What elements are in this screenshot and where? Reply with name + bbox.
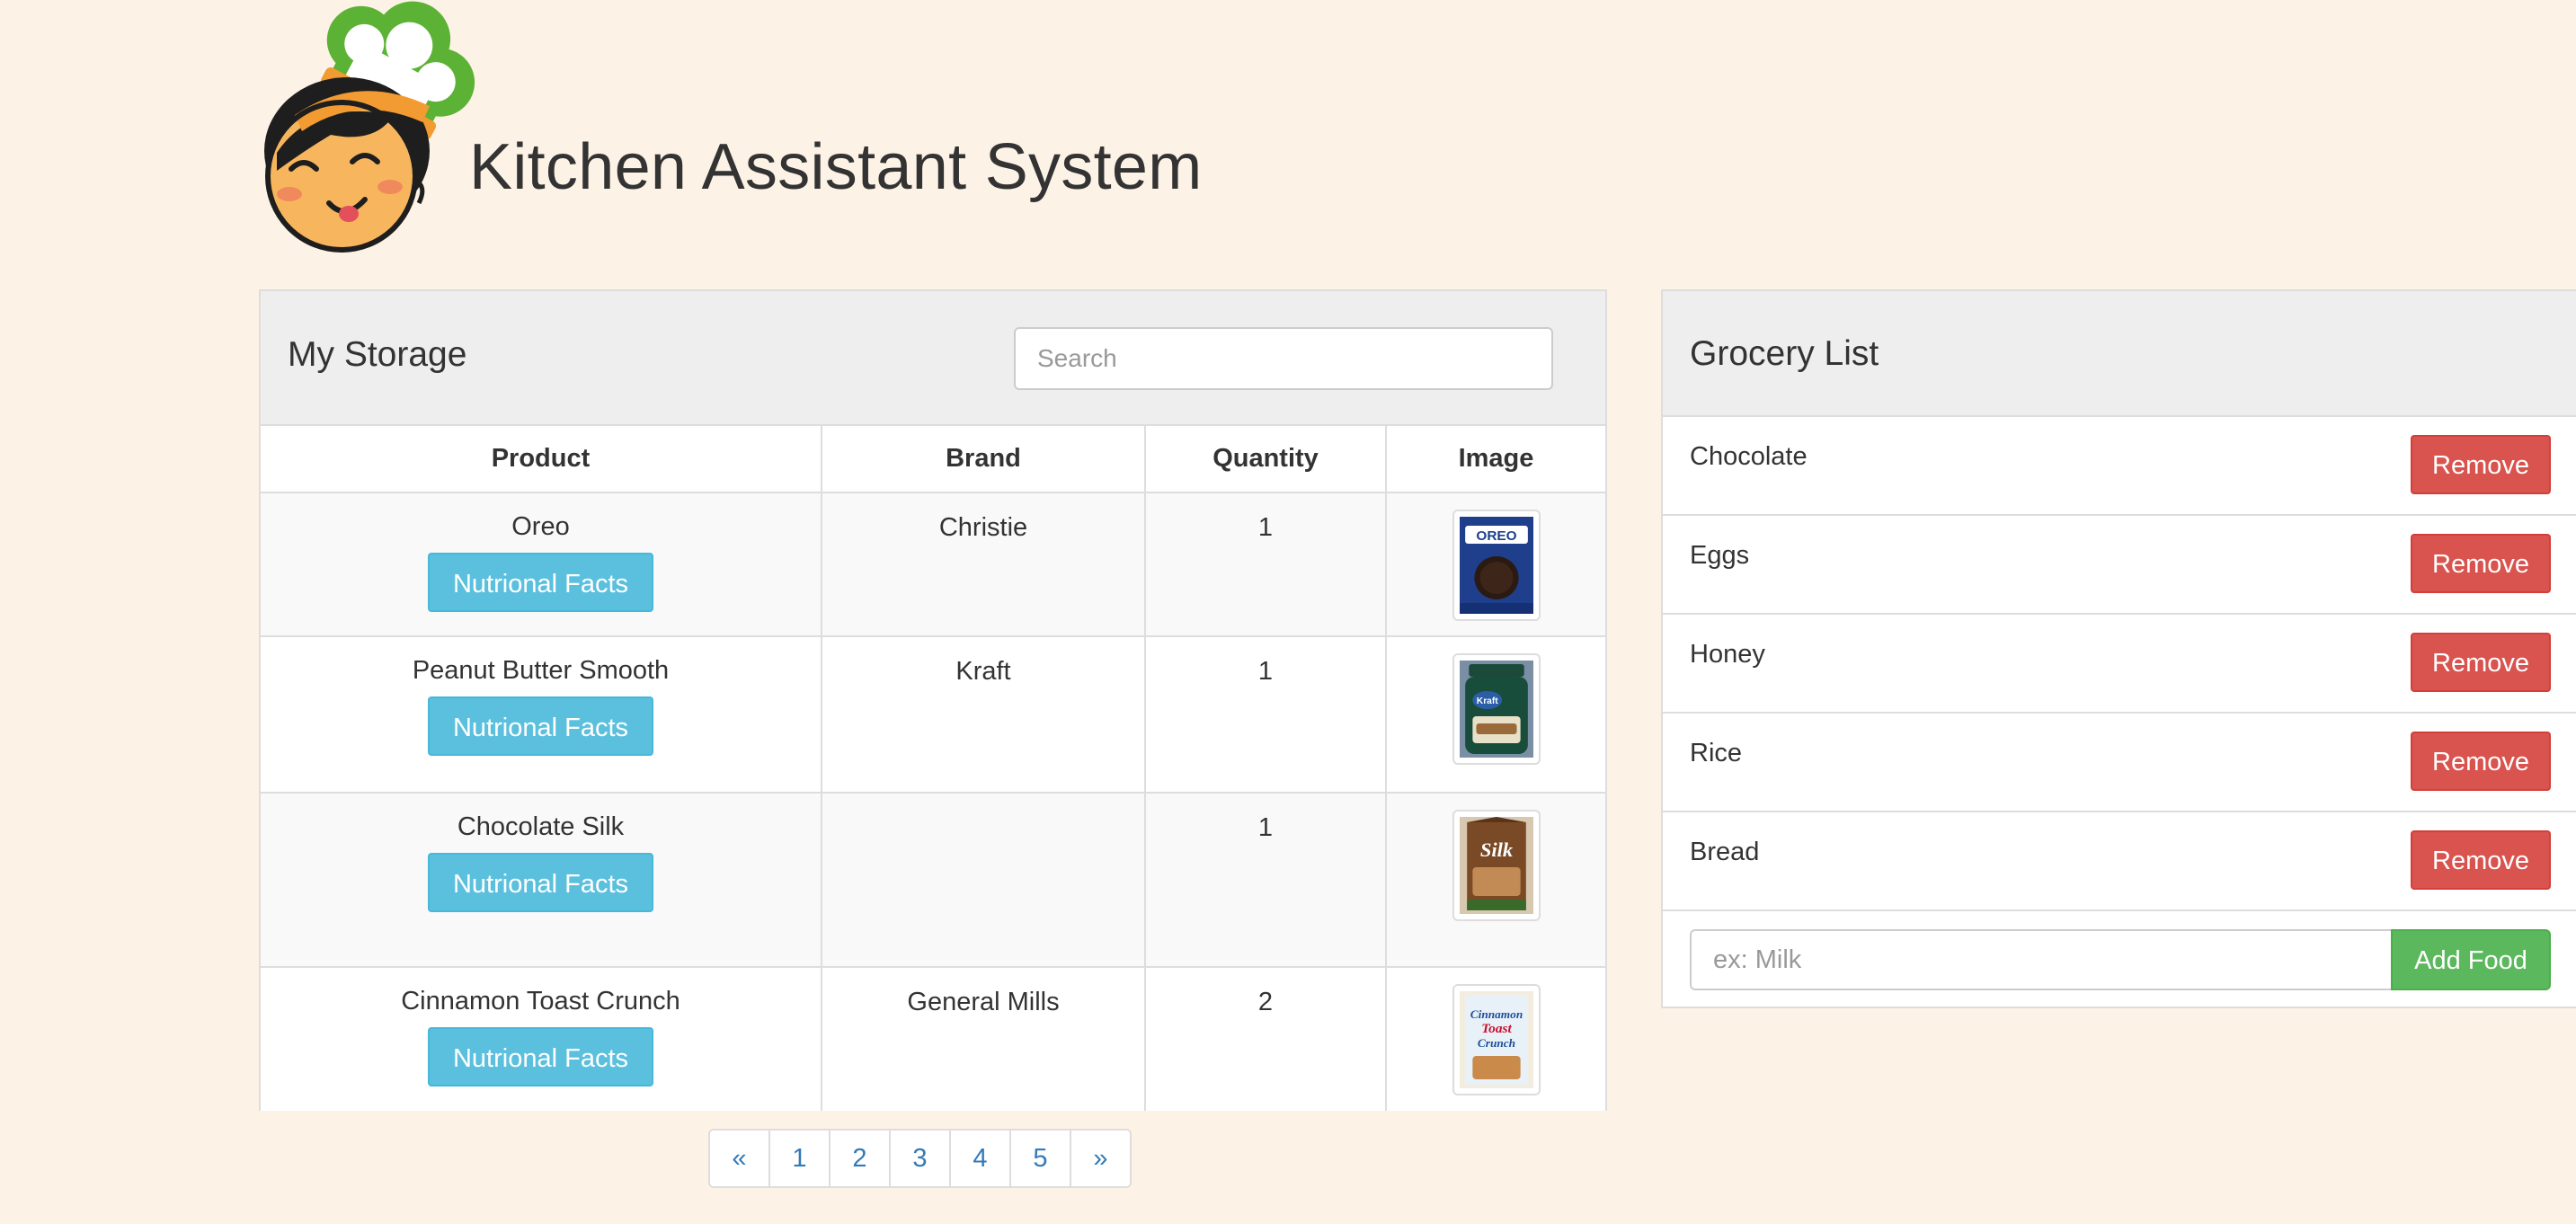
cereal-box-icon[interactable]: Cinnamon Toast Crunch <box>1452 984 1541 1095</box>
column-header-product: Product <box>261 426 822 493</box>
product-cell: Cinnamon Toast Crunch Nutrional Facts <box>261 966 822 1111</box>
table-row: Cinnamon Toast Crunch Nutrional Facts Ge… <box>261 966 1605 1111</box>
add-food-button[interactable]: Add Food <box>2391 929 2551 990</box>
pagination-prev[interactable]: « <box>710 1131 768 1186</box>
quantity-cell: 1 <box>1144 492 1387 637</box>
brand-cell <box>821 792 1146 968</box>
oreo-package-icon[interactable]: OREO <box>1452 510 1541 621</box>
nutritional-facts-button[interactable]: Nutrional Facts <box>427 552 653 612</box>
table-row: Chocolate Silk Nutrional Facts 1 Silk <box>261 792 1605 968</box>
grocery-item-name: Chocolate <box>1690 442 1808 471</box>
product-name: Peanut Butter Smooth <box>412 656 670 685</box>
storage-table: Product Brand Quantity Image Oreo Nutrio… <box>261 426 1605 1111</box>
storage-title: My Storage <box>288 335 467 374</box>
product-name: Chocolate Silk <box>457 812 625 841</box>
column-header-quantity: Quantity <box>1144 426 1387 493</box>
svg-text:Crunch: Crunch <box>1477 1036 1515 1050</box>
svg-text:Toast: Toast <box>1481 1021 1512 1036</box>
grocery-item-name: Bread <box>1690 838 1760 866</box>
storage-panel: My Storage Product Brand Quantity Image … <box>259 289 1607 1111</box>
chef-mascot-icon <box>259 0 494 255</box>
product-cell: Chocolate Silk Nutrional Facts <box>261 792 822 968</box>
remove-button[interactable]: Remove <box>2411 435 2551 494</box>
grocery-panel: Grocery List Chocolate Remove Eggs Remov… <box>1661 289 2576 1008</box>
product-name: Oreo <box>511 512 570 541</box>
page-title: Kitchen Assistant System <box>469 131 1203 203</box>
quantity-cell: 1 <box>1144 635 1387 794</box>
image-cell: Kraft <box>1385 635 1605 794</box>
list-item: Bread Remove <box>1663 812 2576 911</box>
image-cell: OREO <box>1385 492 1605 637</box>
pagination-page-4[interactable]: 4 <box>949 1131 1009 1186</box>
table-header-row: Product Brand Quantity Image <box>261 426 1605 493</box>
product-cell: Oreo Nutrional Facts <box>261 492 822 637</box>
nutritional-facts-button[interactable]: Nutrional Facts <box>427 1026 653 1087</box>
svg-text:Cinnamon: Cinnamon <box>1470 1007 1522 1021</box>
quantity-cell: 1 <box>1144 792 1387 968</box>
column-header-brand: Brand <box>821 426 1146 493</box>
svg-text:Kraft: Kraft <box>1476 696 1498 706</box>
silk-carton-icon[interactable]: Silk <box>1452 810 1541 921</box>
header: Kitchen Assistant System <box>259 0 1337 261</box>
pagination-next[interactable]: » <box>1070 1131 1130 1186</box>
table-row: Peanut Butter Smooth Nutrional Facts Kra… <box>261 635 1605 794</box>
product-cell: Peanut Butter Smooth Nutrional Facts <box>261 635 822 794</box>
remove-button[interactable]: Remove <box>2411 732 2551 791</box>
table-row: Oreo Nutrional Facts Christie 1 OREO <box>261 492 1605 637</box>
list-item: Honey Remove <box>1663 615 2576 714</box>
svg-text:OREO: OREO <box>1476 528 1516 544</box>
grocery-item-name: Rice <box>1690 739 1743 767</box>
grocery-item-name: Honey <box>1690 640 1765 669</box>
search-input[interactable] <box>1014 327 1553 390</box>
brand-cell: Christie <box>821 492 1146 637</box>
pagination-page-3[interactable]: 3 <box>889 1131 949 1186</box>
remove-button[interactable]: Remove <box>2411 534 2551 593</box>
grocery-panel-heading: Grocery List <box>1663 291 2576 417</box>
peanut-butter-jar-icon[interactable]: Kraft <box>1452 653 1541 765</box>
list-item: Eggs Remove <box>1663 516 2576 615</box>
brand-cell: Kraft <box>821 635 1146 794</box>
image-cell: Silk <box>1385 792 1605 968</box>
list-item: Rice Remove <box>1663 714 2576 812</box>
pagination-page-5[interactable]: 5 <box>1009 1131 1070 1186</box>
pagination-page-2[interactable]: 2 <box>829 1131 889 1186</box>
pagination: « 1 2 3 4 5 » <box>708 1129 1132 1188</box>
quantity-cell: 2 <box>1144 966 1387 1111</box>
add-food-row: Add Food <box>1663 911 2576 1010</box>
grocery-item-name: Eggs <box>1690 541 1750 570</box>
nutritional-facts-button[interactable]: Nutrional Facts <box>427 696 653 756</box>
image-cell: Cinnamon Toast Crunch <box>1385 966 1605 1111</box>
list-item: Chocolate Remove <box>1663 417 2576 516</box>
grocery-title: Grocery List <box>1690 334 1879 373</box>
storage-panel-heading: My Storage <box>261 291 1605 426</box>
brand-cell: General Mills <box>821 966 1146 1111</box>
nutritional-facts-button[interactable]: Nutrional Facts <box>427 852 653 912</box>
remove-button[interactable]: Remove <box>2411 830 2551 890</box>
column-header-image: Image <box>1385 426 1605 493</box>
product-name: Cinnamon Toast Crunch <box>401 987 680 1016</box>
pagination-page-1[interactable]: 1 <box>768 1131 829 1186</box>
add-food-input[interactable] <box>1690 929 2391 990</box>
svg-text:Silk: Silk <box>1479 838 1512 861</box>
remove-button[interactable]: Remove <box>2411 633 2551 692</box>
